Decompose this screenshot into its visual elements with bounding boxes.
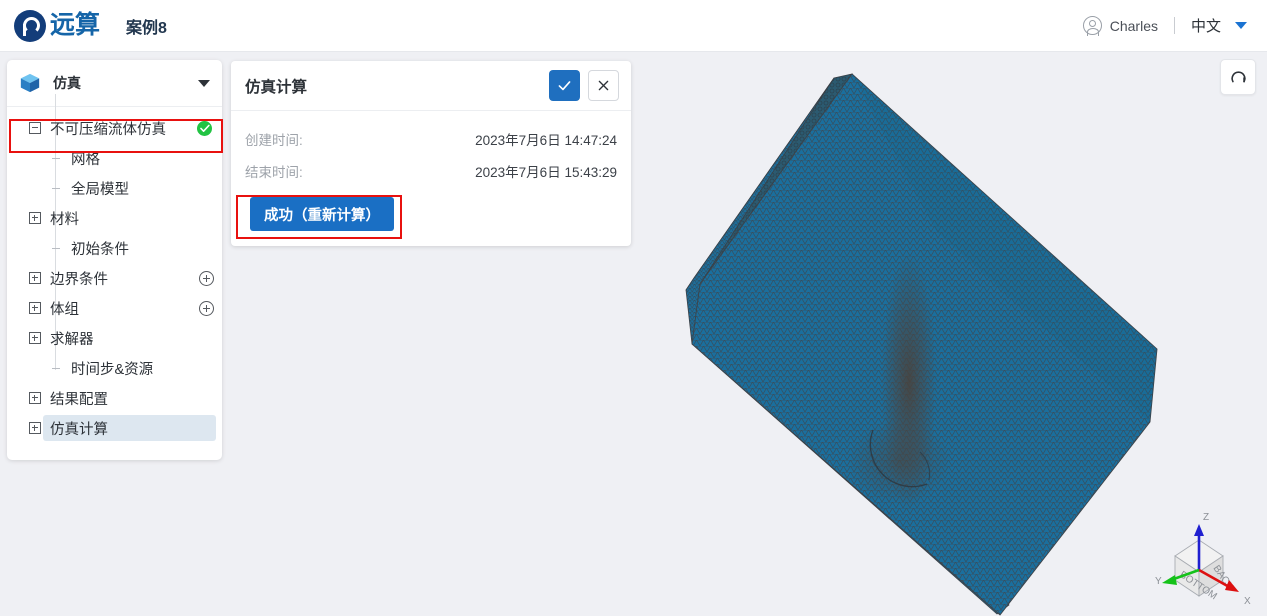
dialog-info-row: 结束时间: 2023年7月6日 15:43:29: [245, 155, 617, 187]
add-item-icon[interactable]: [199, 270, 214, 286]
user-avatar-icon[interactable]: [1082, 16, 1102, 36]
run-simulation-button[interactable]: 成功（重新计算）: [250, 197, 394, 231]
tree-item-label: 材料: [50, 211, 79, 228]
expand-icon[interactable]: [29, 422, 41, 434]
sidebar-header-title: 仿真: [53, 75, 81, 91]
tree-leaf-dash-icon: [50, 158, 62, 159]
user-name[interactable]: Charles: [1110, 18, 1158, 34]
tree-item-label: 体组: [50, 301, 79, 318]
tree-item[interactable]: 求解器: [7, 323, 222, 353]
gizmo-x-label: X: [1244, 596, 1251, 607]
tree-leaf-dash-icon: [50, 188, 62, 189]
brand[interactable]: 远算: [14, 9, 101, 42]
close-button[interactable]: [588, 70, 619, 101]
tree-leaf-dash-icon: [50, 248, 62, 249]
dialog-title: 仿真计算: [245, 78, 308, 96]
3d-viewport[interactable]: BACK BOTTOM Z X Y: [637, 52, 1267, 616]
tree-item-label: 时间步&资源: [71, 361, 154, 378]
tree-item-label: 不可压缩流体仿真: [50, 121, 166, 138]
tree-item[interactable]: 边界条件: [7, 263, 222, 293]
dialog-body: 创建时间: 2023年7月6日 14:47:24 结束时间: 2023年7月6日 15…: [231, 111, 631, 231]
chevron-down-icon[interactable]: [198, 79, 210, 87]
tree-item-label: 仿真计算: [50, 421, 108, 438]
tree-item[interactable]: 全局模型: [7, 173, 222, 203]
sidebar-header[interactable]: 仿真: [7, 60, 222, 107]
dialog-info-key: 结束时间:: [245, 165, 303, 180]
tree-item-label: 初始条件: [71, 241, 129, 258]
tree-leaf-dash-icon: [50, 368, 62, 369]
close-icon: [598, 80, 609, 91]
cube-icon: [20, 73, 40, 93]
tree-item[interactable]: 结果配置: [7, 383, 222, 413]
gizmo-y-label: Y: [1155, 576, 1162, 587]
tree-item-label: 求解器: [50, 331, 94, 348]
tree-item[interactable]: 体组: [7, 293, 222, 323]
chevron-down-icon[interactable]: [1235, 22, 1247, 29]
application-root: 远算 案例8 Charles 中文 仿真 不可压缩流体仿真网格全局模型材料初始条…: [0, 0, 1267, 616]
tree-item[interactable]: 网格: [7, 143, 222, 173]
collapse-icon[interactable]: [29, 122, 41, 134]
add-item-icon[interactable]: [199, 300, 214, 316]
tree-item[interactable]: 时间步&资源: [7, 353, 222, 383]
expand-icon[interactable]: [29, 392, 41, 404]
top-bar-right: Charles 中文: [1082, 15, 1247, 36]
divider: [1173, 17, 1175, 34]
yuansuan-logo-icon: [14, 9, 46, 42]
sidebar-panel: 仿真 不可压缩流体仿真网格全局模型材料初始条件边界条件体组求解器时间步&资源结果…: [7, 60, 222, 460]
dialog-info-value: 2023年7月6日 15:43:29: [475, 165, 617, 180]
status-check-icon: [197, 120, 212, 136]
language-label[interactable]: 中文: [1191, 15, 1221, 36]
dialog-info-value: 2023年7月6日 14:47:24: [475, 133, 617, 148]
reset-view-button[interactable]: [1220, 59, 1256, 95]
top-bar: 远算 案例8 Charles 中文: [0, 0, 1267, 52]
expand-icon[interactable]: [29, 272, 41, 284]
dialog-header: 仿真计算: [231, 61, 631, 111]
expand-icon[interactable]: [29, 212, 41, 224]
reset-view-icon: [1230, 71, 1246, 82]
gizmo-z-label: Z: [1203, 512, 1209, 523]
axis-gizmo[interactable]: BACK BOTTOM Z X Y: [1155, 500, 1255, 610]
tree-item[interactable]: 不可压缩流体仿真: [7, 113, 222, 143]
check-icon: [558, 81, 571, 91]
expand-icon[interactable]: [29, 302, 41, 314]
tree-item[interactable]: 仿真计算: [7, 413, 222, 443]
dialog-info-key: 创建时间:: [245, 133, 303, 148]
tree-item-label: 全局模型: [71, 181, 129, 198]
logo-text: 远算: [50, 11, 101, 39]
simulation-tree: 不可压缩流体仿真网格全局模型材料初始条件边界条件体组求解器时间步&资源结果配置仿…: [7, 94, 222, 443]
tree-item-label: 结果配置: [50, 391, 108, 408]
tree-item-label: 网格: [71, 151, 100, 168]
dialog-actions: [549, 70, 619, 101]
tree-item[interactable]: 材料: [7, 203, 222, 233]
simulation-run-dialog: 仿真计算 创建时间: 2023年7月6日 14:47:24 结束时间: 2023年7月…: [231, 61, 631, 246]
dialog-info-row: 创建时间: 2023年7月6日 14:47:24: [245, 123, 617, 155]
expand-icon[interactable]: [29, 332, 41, 344]
project-title: 案例8: [126, 19, 167, 37]
confirm-button[interactable]: [549, 70, 580, 101]
tree-item-label: 边界条件: [50, 271, 108, 288]
tree-item[interactable]: 初始条件: [7, 233, 222, 263]
